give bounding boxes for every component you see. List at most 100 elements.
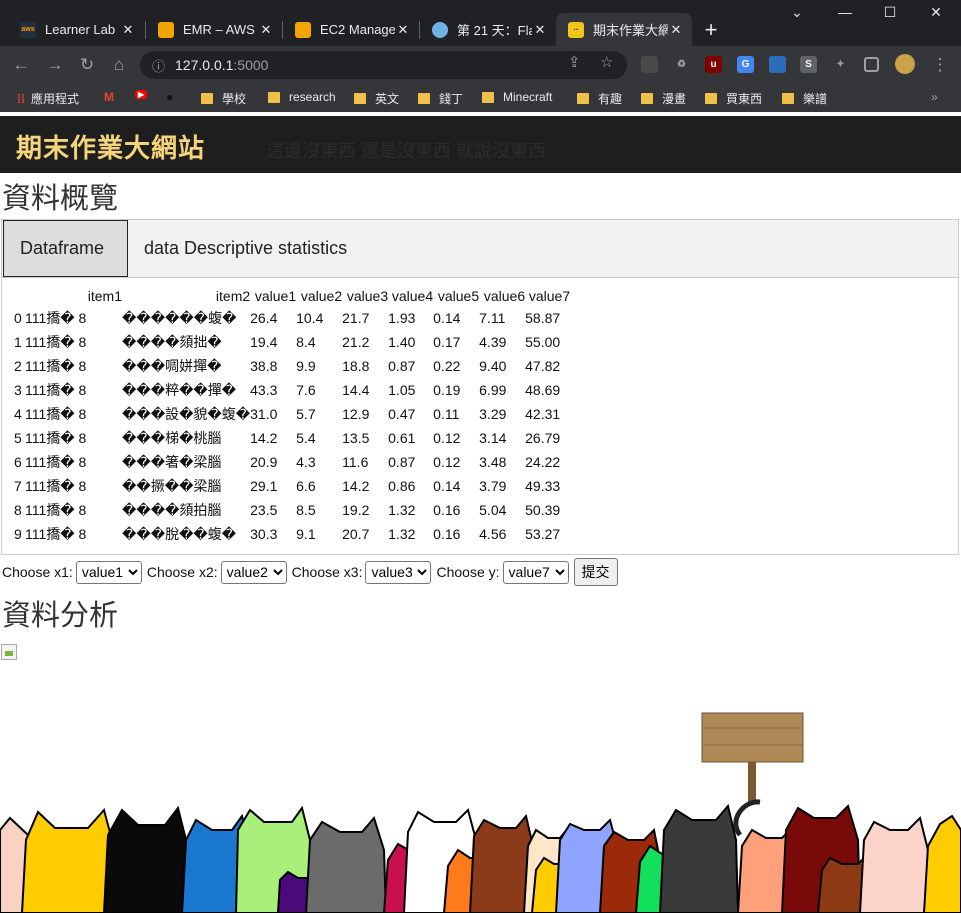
table-cell: 1.40 bbox=[388, 334, 416, 350]
table-cell: ���設�貌�蝮� bbox=[122, 406, 251, 422]
site-brand[interactable]: 期末作業大網站 bbox=[16, 128, 205, 165]
table-cell: 30.3 bbox=[250, 526, 278, 542]
bookmark-folder-fun[interactable]: 有趣 bbox=[577, 90, 622, 107]
bookmark-label: 有趣 bbox=[598, 92, 623, 106]
column-header bbox=[14, 286, 25, 306]
recycle-icon[interactable]: ♻ bbox=[673, 56, 690, 73]
folder-icon bbox=[577, 93, 589, 104]
table-row: 6 111撟� 8 ���箸�梁腦 20.9 4.3 11.6 0.87 0.12 3.48 24… bbox=[14, 450, 570, 474]
table-cell: 9.1 bbox=[296, 526, 316, 542]
dataframe-panel: item1 item2 value1 value2 value3 value4 … bbox=[1, 277, 959, 555]
translate-icon[interactable]: G bbox=[737, 56, 754, 73]
minimize-button[interactable]: — bbox=[822, 4, 868, 20]
screen-icon[interactable] bbox=[769, 56, 786, 73]
site-tagline: 這邊沒東西 還是沒東西 就說沒東西 bbox=[266, 141, 547, 161]
extension-icon[interactable] bbox=[641, 56, 658, 73]
bookmark-label: 漫畫 bbox=[662, 92, 687, 106]
browser-tab-learner-lab[interactable]: aws Learner Lab ✕ bbox=[8, 13, 144, 46]
reload-icon[interactable]: ↻ bbox=[76, 54, 98, 76]
bookmark-folder-minecraft[interactable]: Minecraft bbox=[482, 90, 552, 104]
table-cell: 0.16 bbox=[433, 526, 461, 542]
column-header: value1 bbox=[254, 288, 297, 304]
ublock-icon[interactable]: u bbox=[705, 56, 722, 73]
side-panel-icon[interactable] bbox=[864, 57, 879, 72]
column-header: value4 bbox=[391, 288, 434, 304]
address-bar[interactable]: ⓘ 127.0.0.1:5000 bbox=[140, 51, 627, 79]
table-cell: 6 bbox=[14, 454, 22, 470]
table-cell: 5 bbox=[14, 430, 22, 446]
table-cell: ����頦拙� bbox=[122, 334, 222, 350]
close-icon[interactable]: ✕ bbox=[532, 22, 548, 38]
bookmark-folder-research[interactable]: research bbox=[268, 90, 336, 104]
close-icon[interactable]: ✕ bbox=[120, 22, 136, 38]
star-icon[interactable]: ☆ bbox=[600, 53, 613, 71]
table-cell: 111撟� 8 bbox=[25, 310, 87, 326]
bookmark-folder-comics[interactable]: 漫畫 bbox=[641, 90, 686, 107]
close-icon[interactable]: ✕ bbox=[668, 22, 684, 38]
maximize-button[interactable]: ☐ bbox=[867, 4, 913, 21]
x2-select[interactable]: value2 bbox=[220, 560, 287, 584]
table-cell: 20.9 bbox=[250, 454, 278, 470]
avatar[interactable] bbox=[895, 54, 915, 74]
bookmark-apps[interactable]: ⁞⁞ 應用程式 bbox=[17, 90, 79, 107]
forward-icon[interactable]: → bbox=[44, 54, 66, 76]
new-tab-button[interactable]: + bbox=[697, 16, 725, 44]
puzzle-icon[interactable]: ✦ bbox=[832, 56, 849, 73]
y-select[interactable]: value7 bbox=[502, 560, 569, 584]
home-icon[interactable]: ⌂ bbox=[108, 54, 130, 76]
cat-crowd-illustration bbox=[0, 712, 961, 913]
submit-button[interactable]: 提交 bbox=[573, 558, 618, 586]
bookmark-github[interactable]: ● bbox=[166, 90, 179, 104]
table-cell: 3.14 bbox=[479, 430, 507, 446]
browser-tab-flask[interactable]: 第 21 天：Fla ✕ bbox=[420, 13, 556, 46]
x1-select[interactable]: value1 bbox=[75, 560, 142, 584]
table-cell: 38.8 bbox=[250, 358, 278, 374]
tab-search-chevron-icon[interactable]: ⌄ bbox=[774, 4, 820, 21]
more-bookmarks-icon[interactable]: » bbox=[931, 90, 938, 104]
table-cell: 9.40 bbox=[479, 358, 507, 374]
folder-icon bbox=[641, 93, 653, 104]
table-cell: 18.8 bbox=[342, 358, 370, 374]
table-row: 5 111撟� 8 ���梯�桃腦 14.2 5.4 13.5 0.61 0.12 3.14 26… bbox=[14, 426, 570, 450]
bookmark-label: 樂譜 bbox=[803, 92, 828, 106]
table-cell: 19.2 bbox=[342, 502, 370, 518]
close-icon[interactable]: ✕ bbox=[395, 22, 411, 38]
browser-tab-final-project[interactable]: ·· 期末作業大網 ✕ bbox=[556, 13, 692, 46]
apps-grid-icon: ⁞⁞ bbox=[17, 91, 25, 106]
table-cell: 9 bbox=[14, 526, 22, 542]
bookmark-folder-school[interactable]: 學校 bbox=[201, 90, 246, 107]
bookmark-folder-english[interactable]: 英文 bbox=[354, 90, 399, 107]
site-info-icon[interactable]: ⓘ bbox=[152, 56, 165, 75]
table-cell: 111撟� 8 bbox=[25, 358, 87, 374]
table-cell: 5.7 bbox=[296, 406, 316, 422]
close-icon[interactable]: ✕ bbox=[258, 22, 274, 38]
s-extension-icon[interactable]: S bbox=[800, 56, 817, 73]
cat-icon: ·· bbox=[568, 21, 584, 38]
table-cell: 4.3 bbox=[296, 454, 316, 470]
x3-select[interactable]: value3 bbox=[365, 560, 432, 584]
bookmark-label: Minecraft bbox=[503, 90, 553, 104]
data-tabs: Dataframe data Descriptive statistics bbox=[1, 219, 959, 278]
table-cell: 47.82 bbox=[525, 358, 561, 374]
bookmark-folder-sheet-music[interactable]: 樂譜 bbox=[782, 90, 827, 107]
tab-descriptive-statistics[interactable]: data Descriptive statistics bbox=[128, 220, 363, 277]
bookmarks-bar: ⁞⁞ 應用程式 M ▶ ● 學校 research 英文 錢丁 Minecraft… bbox=[0, 84, 961, 112]
menu-icon[interactable]: ⋮ bbox=[929, 54, 951, 76]
bookmark-folder-money[interactable]: 錢丁 bbox=[418, 90, 463, 107]
table-cell: 8.5 bbox=[296, 502, 316, 518]
bookmark-gmail[interactable]: M bbox=[104, 90, 120, 104]
share-icon[interactable]: ⇪ bbox=[568, 53, 581, 71]
table-row: 0 111撟� 8 ������蝮� 26.4 10.4 21.7 1.93 0.14 7.11… bbox=[14, 306, 570, 330]
window-close-button[interactable]: ✕ bbox=[913, 4, 959, 21]
folder-icon bbox=[782, 93, 794, 104]
browser-tab-ec2[interactable]: EC2 Manage ✕ bbox=[283, 13, 419, 46]
table-cell: 0.12 bbox=[433, 430, 461, 446]
column-header: value2 bbox=[300, 288, 343, 304]
table-cell: 14.2 bbox=[250, 430, 278, 446]
browser-tab-emr[interactable]: EMR – AWS C ✕ bbox=[146, 13, 282, 46]
tab-dataframe[interactable]: Dataframe bbox=[3, 220, 128, 277]
back-icon[interactable]: ← bbox=[10, 54, 32, 76]
bookmark-folder-shopping[interactable]: 買東西 bbox=[705, 90, 762, 107]
table-cell: 0.17 bbox=[433, 334, 461, 350]
bookmark-youtube[interactable]: ▶ bbox=[135, 90, 153, 99]
